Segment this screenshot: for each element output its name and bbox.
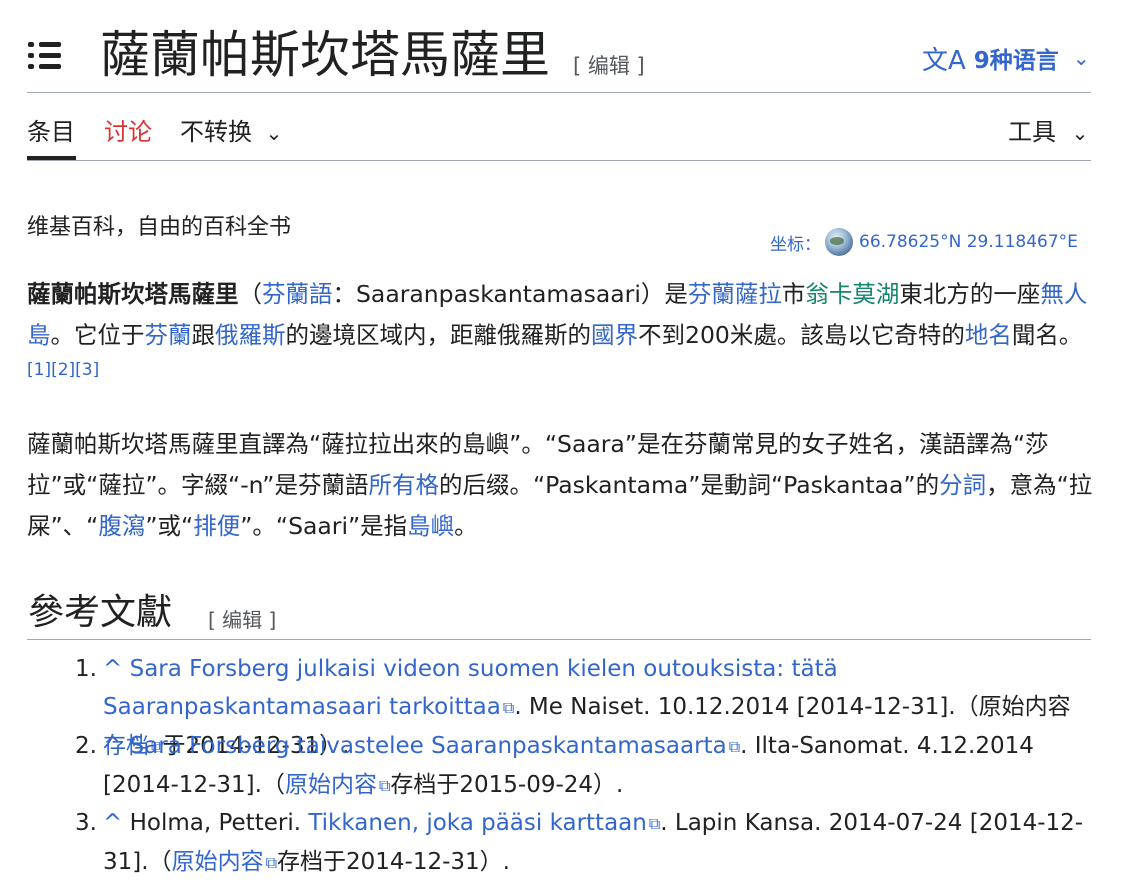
reference-number: 1. <box>75 656 97 682</box>
text: 不到200米處。該島以它奇特的 <box>638 321 965 349</box>
tab-article[interactable]: 条目 <box>27 116 75 148</box>
link-finland[interactable]: 芬蘭 <box>145 321 192 349</box>
external-link-icon: ⧉ <box>502 698 515 717</box>
text: 的后缀。“Paskantama”是動詞“Paskantaa”的 <box>438 471 940 499</box>
references-heading: 參考文獻 <box>28 592 173 633</box>
reference-number: 2. <box>75 733 97 759</box>
main-menu-icon[interactable] <box>28 40 62 72</box>
link-diarrhea[interactable]: 腹瀉 <box>98 512 145 540</box>
variant-label: 不转换 <box>180 118 252 146</box>
reference-title: Tikkanen, joka pääsi karttaan <box>308 810 647 836</box>
language-button[interactable]: 文A 9种语言 ⌄ <box>922 38 1090 78</box>
reference-text: . Me Naiset. 10.12.2014 [2014-12-31].（原始… <box>514 694 1071 720</box>
references-edit-link[interactable]: [ 编辑 ] <box>208 604 276 633</box>
link-salla[interactable]: 芬蘭薩拉 <box>688 280 782 308</box>
link-russia[interactable]: 俄羅斯 <box>215 321 286 349</box>
coordinates-label: 坐标： <box>770 234 821 255</box>
coordinates: 坐标： 66.78625°N 29.118467°E <box>770 228 1078 256</box>
site-tagline: 维基百科，自由的百科全书 <box>27 215 292 240</box>
external-link-icon: ⧉ <box>728 737 741 756</box>
text: 聞名。 <box>1011 321 1083 349</box>
text: 。它位于 <box>50 321 145 349</box>
references-divider <box>27 639 1091 640</box>
page-title: 薩蘭帕斯坎塔馬薩里 <box>100 26 550 84</box>
tools-dropdown[interactable]: 工具 ⌄ <box>1008 116 1088 149</box>
external-link-icon: ⧉ <box>648 814 661 833</box>
backlink-caret[interactable]: ^ <box>103 656 122 682</box>
text: 東北方的一座 <box>899 280 1041 308</box>
reference-number: 3. <box>75 810 97 836</box>
text: 跟 <box>191 321 216 349</box>
link-participle[interactable]: 分詞 <box>939 471 986 499</box>
reference-title-link[interactable]: Sara Forsberg taivastelee Saaranpaskanta… <box>130 733 741 759</box>
link-defecation[interactable]: 排便 <box>193 512 240 540</box>
tools-label: 工具 <box>1008 118 1056 146</box>
chevron-down-icon: ⌄ <box>1072 46 1090 70</box>
header-divider <box>27 92 1091 93</box>
archive-label: 原始内容 <box>284 772 377 798</box>
title-edit-link[interactable]: [ 编辑 ] <box>573 50 645 80</box>
text: 的邊境区域内，距離俄羅斯的 <box>285 321 592 349</box>
language-count-label: 9种语言 <box>973 48 1059 74</box>
reference-item: 2. ^ Sara Forsberg taivastelee Saaranpas… <box>75 727 1093 805</box>
external-link-icon: ⧉ <box>265 853 277 872</box>
link-finnish-language[interactable]: 芬蘭語 <box>262 280 333 308</box>
etymology-paragraph: 薩蘭帕斯坎塔馬薩里直譯為“薩拉拉出來的島嶼”。“Saara”是在芬蘭常見的女子姓… <box>27 424 1093 547</box>
reference-title-link[interactable]: Tikkanen, joka pääsi karttaan ⧉ <box>308 810 660 836</box>
archive-link[interactable]: 原始内容 ⧉ <box>285 772 390 798</box>
text: ：Saaranpaskantamasaari）是 <box>332 280 688 308</box>
coordinates-link[interactable]: 66.78625°N 29.118467°E <box>859 232 1078 252</box>
citation-links[interactable]: [1][2][3] <box>27 360 99 380</box>
backlink-caret[interactable]: ^ <box>103 733 122 759</box>
chevron-down-icon: ⌄ <box>1071 121 1089 145</box>
external-link-icon: ⧉ <box>378 776 391 795</box>
archive-label: 原始内容 <box>171 849 264 875</box>
link-island[interactable]: 島嶼 <box>407 512 454 540</box>
variant-dropdown[interactable]: 不转换 ⌄ <box>180 116 282 149</box>
bold-subject: 薩蘭帕斯坎塔馬薩里 <box>27 280 239 308</box>
text: 。 <box>454 512 478 540</box>
text: （ <box>238 280 263 308</box>
text: ”。“Saari”是指 <box>240 512 408 540</box>
tab-talk[interactable]: 讨论 <box>104 116 152 148</box>
translate-icon: 文A <box>922 45 966 76</box>
intro-paragraph: 薩蘭帕斯坎塔馬薩里（芬蘭語：Saaranpaskantamasaari）是芬蘭薩… <box>27 274 1093 397</box>
link-border[interactable]: 國界 <box>591 321 638 349</box>
text: 市 <box>781 280 806 308</box>
reference-title: Sara Forsberg taivastelee Saaranpaskanta… <box>129 733 727 759</box>
backlink-caret[interactable]: ^ <box>103 810 122 836</box>
globe-icon[interactable] <box>825 228 853 256</box>
chevron-down-icon: ⌄ <box>265 121 283 145</box>
tabs-divider <box>27 160 1091 161</box>
reference-author: Holma, Petteri. <box>129 810 302 836</box>
reference-item: 3. ^ Holma, Petteri. Tikkanen, joka pääs… <box>75 804 1093 882</box>
link-genitive[interactable]: 所有格 <box>368 471 439 499</box>
text: ”或“ <box>145 512 194 540</box>
archive-link[interactable]: 原始内容 ⧉ <box>172 849 277 875</box>
link-onkamojarvi[interactable]: 翁卡莫湖 <box>805 280 899 308</box>
reference-text: 存档于2015-09-24）. <box>390 772 624 798</box>
link-placename[interactable]: 地名 <box>965 321 1012 349</box>
reference-text: 存档于2014-12-31）. <box>277 849 510 875</box>
